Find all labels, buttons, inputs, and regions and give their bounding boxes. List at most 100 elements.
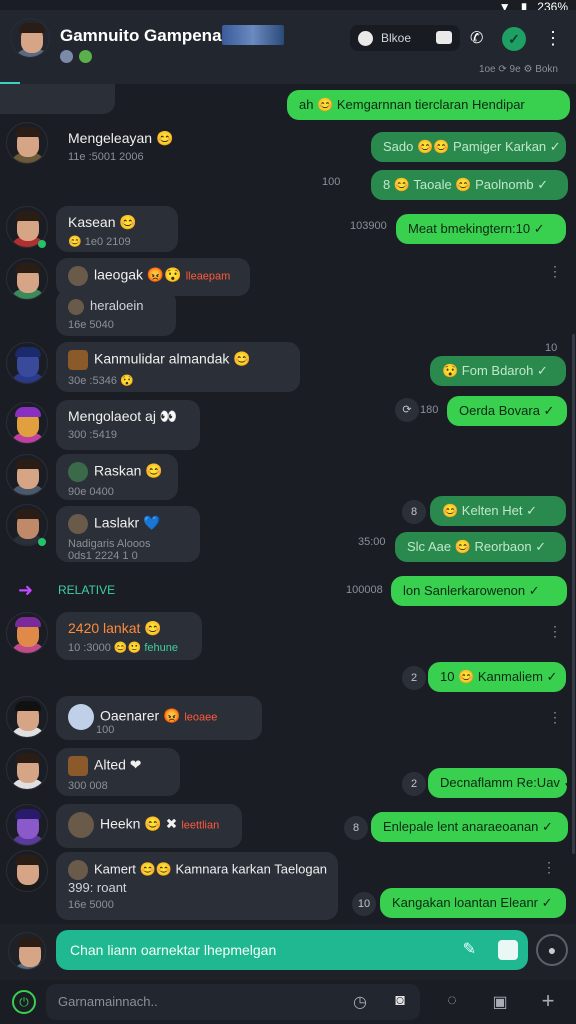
message-input[interactable]: Chan liann oarnektar lhepmelgan ✎ <box>56 930 528 970</box>
reply-avatar <box>68 756 88 776</box>
avatar[interactable] <box>6 612 48 654</box>
list-item[interactable]: Kamert 😊😊 Kamnara karkan Taelogan 399: r… <box>56 852 338 920</box>
chat-title[interactable]: Gamnuito Gampena'! <box>60 26 231 46</box>
list-item[interactable]: Alted ❤ 300 008 <box>56 748 180 796</box>
outgoing-message[interactable]: Sado 😊😊 Pamiger Karkan ✓ <box>371 132 566 162</box>
avatar[interactable] <box>6 258 48 300</box>
accept-button[interactable]: ✓ <box>502 27 526 51</box>
reply-count-badge[interactable]: 10 <box>352 892 376 916</box>
camera-icon[interactable]: ◙ <box>390 992 410 1012</box>
scrollbar[interactable] <box>572 334 575 854</box>
list-item[interactable]: Raskan 😊 90e 0400 <box>56 454 178 500</box>
gem-icon <box>79 50 92 63</box>
list-item[interactable]: Kanmulidar almandak 😊 30e :5346 😯 <box>56 342 300 392</box>
message-time: 100 <box>322 176 341 188</box>
arrow-left-icon: ➜ <box>18 580 34 600</box>
separator-label: RELATIVE <box>58 583 116 597</box>
message-text: 399: roant <box>68 880 127 895</box>
outgoing-message[interactable]: ah 😊 Kemgarnnan tierclaran Hendipar <box>287 90 570 120</box>
message-time: 300 :5419 <box>68 429 117 441</box>
message-list[interactable]: Mengeleayan 😊 11e :5001 2006 Kasean 😊 😊 … <box>0 84 576 924</box>
group-member-thumbnails[interactable] <box>222 25 284 45</box>
list-item <box>0 84 115 114</box>
list-item[interactable]: 2420 lankat 😊 10 :3000 😊🙂 fehune <box>56 612 202 660</box>
avatar[interactable] <box>6 402 48 444</box>
message-options-icon[interactable]: ⋮ <box>548 624 562 638</box>
outgoing-message[interactable]: 10 😊 Kanmaliem ✓ <box>428 662 566 692</box>
box-icon[interactable]: ▣ <box>490 992 510 1012</box>
sender-name: laeogak 😡😯 <box>94 266 182 283</box>
sender-name: Oaenarer 😡 <box>100 707 181 724</box>
reply-avatar <box>68 350 88 370</box>
reply-count-badge[interactable]: 8 <box>344 816 368 840</box>
sticker-icon[interactable] <box>498 940 518 960</box>
message-time: 100008 <box>346 584 383 596</box>
camera-icon[interactable] <box>436 31 452 44</box>
search-label: Blkoe <box>381 31 412 45</box>
outgoing-message[interactable]: Meat bmekingtern:10 ✓ <box>396 214 566 244</box>
mic-icon[interactable]: ● <box>536 934 568 966</box>
outgoing-message[interactable]: Slc Aae 😊 Reorbaon ✓ <box>395 532 566 562</box>
plus-icon[interactable]: + <box>538 988 558 1013</box>
message-options-icon[interactable]: ⋮ <box>548 710 562 724</box>
power-icon[interactable]: ⏻ <box>12 990 36 1014</box>
globe-icon <box>60 50 73 63</box>
outgoing-message[interactable]: Decnaflamm Re:Uav ✓ <box>428 768 574 798</box>
reply-avatar <box>68 514 88 534</box>
message-time: 100 <box>96 724 115 736</box>
outgoing-message[interactable]: 😊 Kelten Het ✓ <box>430 496 566 526</box>
reply-avatar <box>68 704 94 730</box>
message-options-icon[interactable]: ⋮ <box>542 860 556 874</box>
attach-icon[interactable]: ✎ <box>463 930 476 970</box>
call-icon[interactable]: ✆ <box>470 28 490 48</box>
avatar[interactable] <box>6 122 48 164</box>
message-time: 😊 1e0 2109 <box>68 236 131 248</box>
list-item[interactable]: Mengolaeot aj 👀 300 :5419 <box>56 400 200 450</box>
list-item[interactable]: Oaenarer 😡 leoaee <box>56 696 262 740</box>
sender-name: Heekn 😊 ✖ <box>100 815 178 832</box>
avatar[interactable] <box>6 804 48 846</box>
message-time: 11e :5001 2006 <box>68 151 144 163</box>
sender-name: Laslakr 💙 <box>94 514 161 531</box>
reply-avatar <box>68 860 88 880</box>
clock-icon[interactable]: ◷ <box>350 992 370 1012</box>
sender-name: Mengeleayan 😊 <box>68 130 174 146</box>
sender-name: Alted ❤ <box>94 756 142 773</box>
group-avatar[interactable] <box>10 18 50 58</box>
bottom-bar: ⏻ Garnamainnach.. ◷ ◙ ◌ ▣ + <box>0 980 576 1024</box>
my-avatar[interactable] <box>8 932 46 970</box>
message-options-icon[interactable]: ⋮ <box>548 264 562 278</box>
list-item[interactable]: heraloein 16e 5040 <box>56 290 176 336</box>
message-time: 103900 <box>350 220 387 232</box>
avatar[interactable] <box>6 696 48 738</box>
reply-count-badge[interactable]: 8 <box>402 500 426 524</box>
avatar[interactable] <box>6 850 48 892</box>
outgoing-message[interactable]: Enlepale lent anaraeoanan ✓ <box>371 812 568 842</box>
list-item[interactable]: Mengeleayan 😊 11e :5001 2006 <box>56 122 185 171</box>
avatar[interactable] <box>6 342 48 384</box>
more-options-icon[interactable]: ⋮ <box>544 28 562 48</box>
list-item[interactable]: Laslakr 💙 Nadigaris Alooos 0ds1 2224 1 0 <box>56 506 200 562</box>
reply-count-badge[interactable]: 2 <box>402 772 426 796</box>
message-time: 10 :3000 😊🙂 <box>68 642 142 654</box>
sender-name: 2420 lankat 😊 <box>68 620 162 636</box>
avatar[interactable] <box>6 454 48 496</box>
composer: Chan liann oarnektar lhepmelgan ✎ ● <box>0 924 576 980</box>
outgoing-message[interactable]: Oerda Bovara ✓ <box>447 396 567 426</box>
reply-count-badge[interactable]: 2 <box>402 666 426 690</box>
reaction-badge: leoaee <box>184 711 218 724</box>
reaction-badge: fehune <box>144 642 178 654</box>
list-item[interactable]: Heekn 😊 ✖ leettlian <box>56 804 242 848</box>
drop-icon[interactable]: ◌ <box>442 992 462 1012</box>
outgoing-message[interactable]: lon Sanlerkarowenon ✓ <box>391 576 567 606</box>
list-item[interactable]: Kasean 😊 😊 1e0 2109 <box>56 206 178 252</box>
message-time: 35:00 <box>358 536 386 548</box>
outgoing-message[interactable]: 😯 Fom Bdaroh ✓ <box>430 356 566 386</box>
outgoing-message[interactable]: Kangakan loantan Eleanr ✓ <box>380 888 566 918</box>
avatar[interactable] <box>6 748 48 790</box>
reply-avatar <box>68 266 88 286</box>
reply-count-badge[interactable]: ⟳ <box>395 398 419 422</box>
online-indicator <box>38 240 46 248</box>
outgoing-message[interactable]: 8 😊 Taoale 😊 Paolnomb ✓ <box>371 170 568 200</box>
search-pill[interactable]: Blkoe <box>350 25 460 51</box>
